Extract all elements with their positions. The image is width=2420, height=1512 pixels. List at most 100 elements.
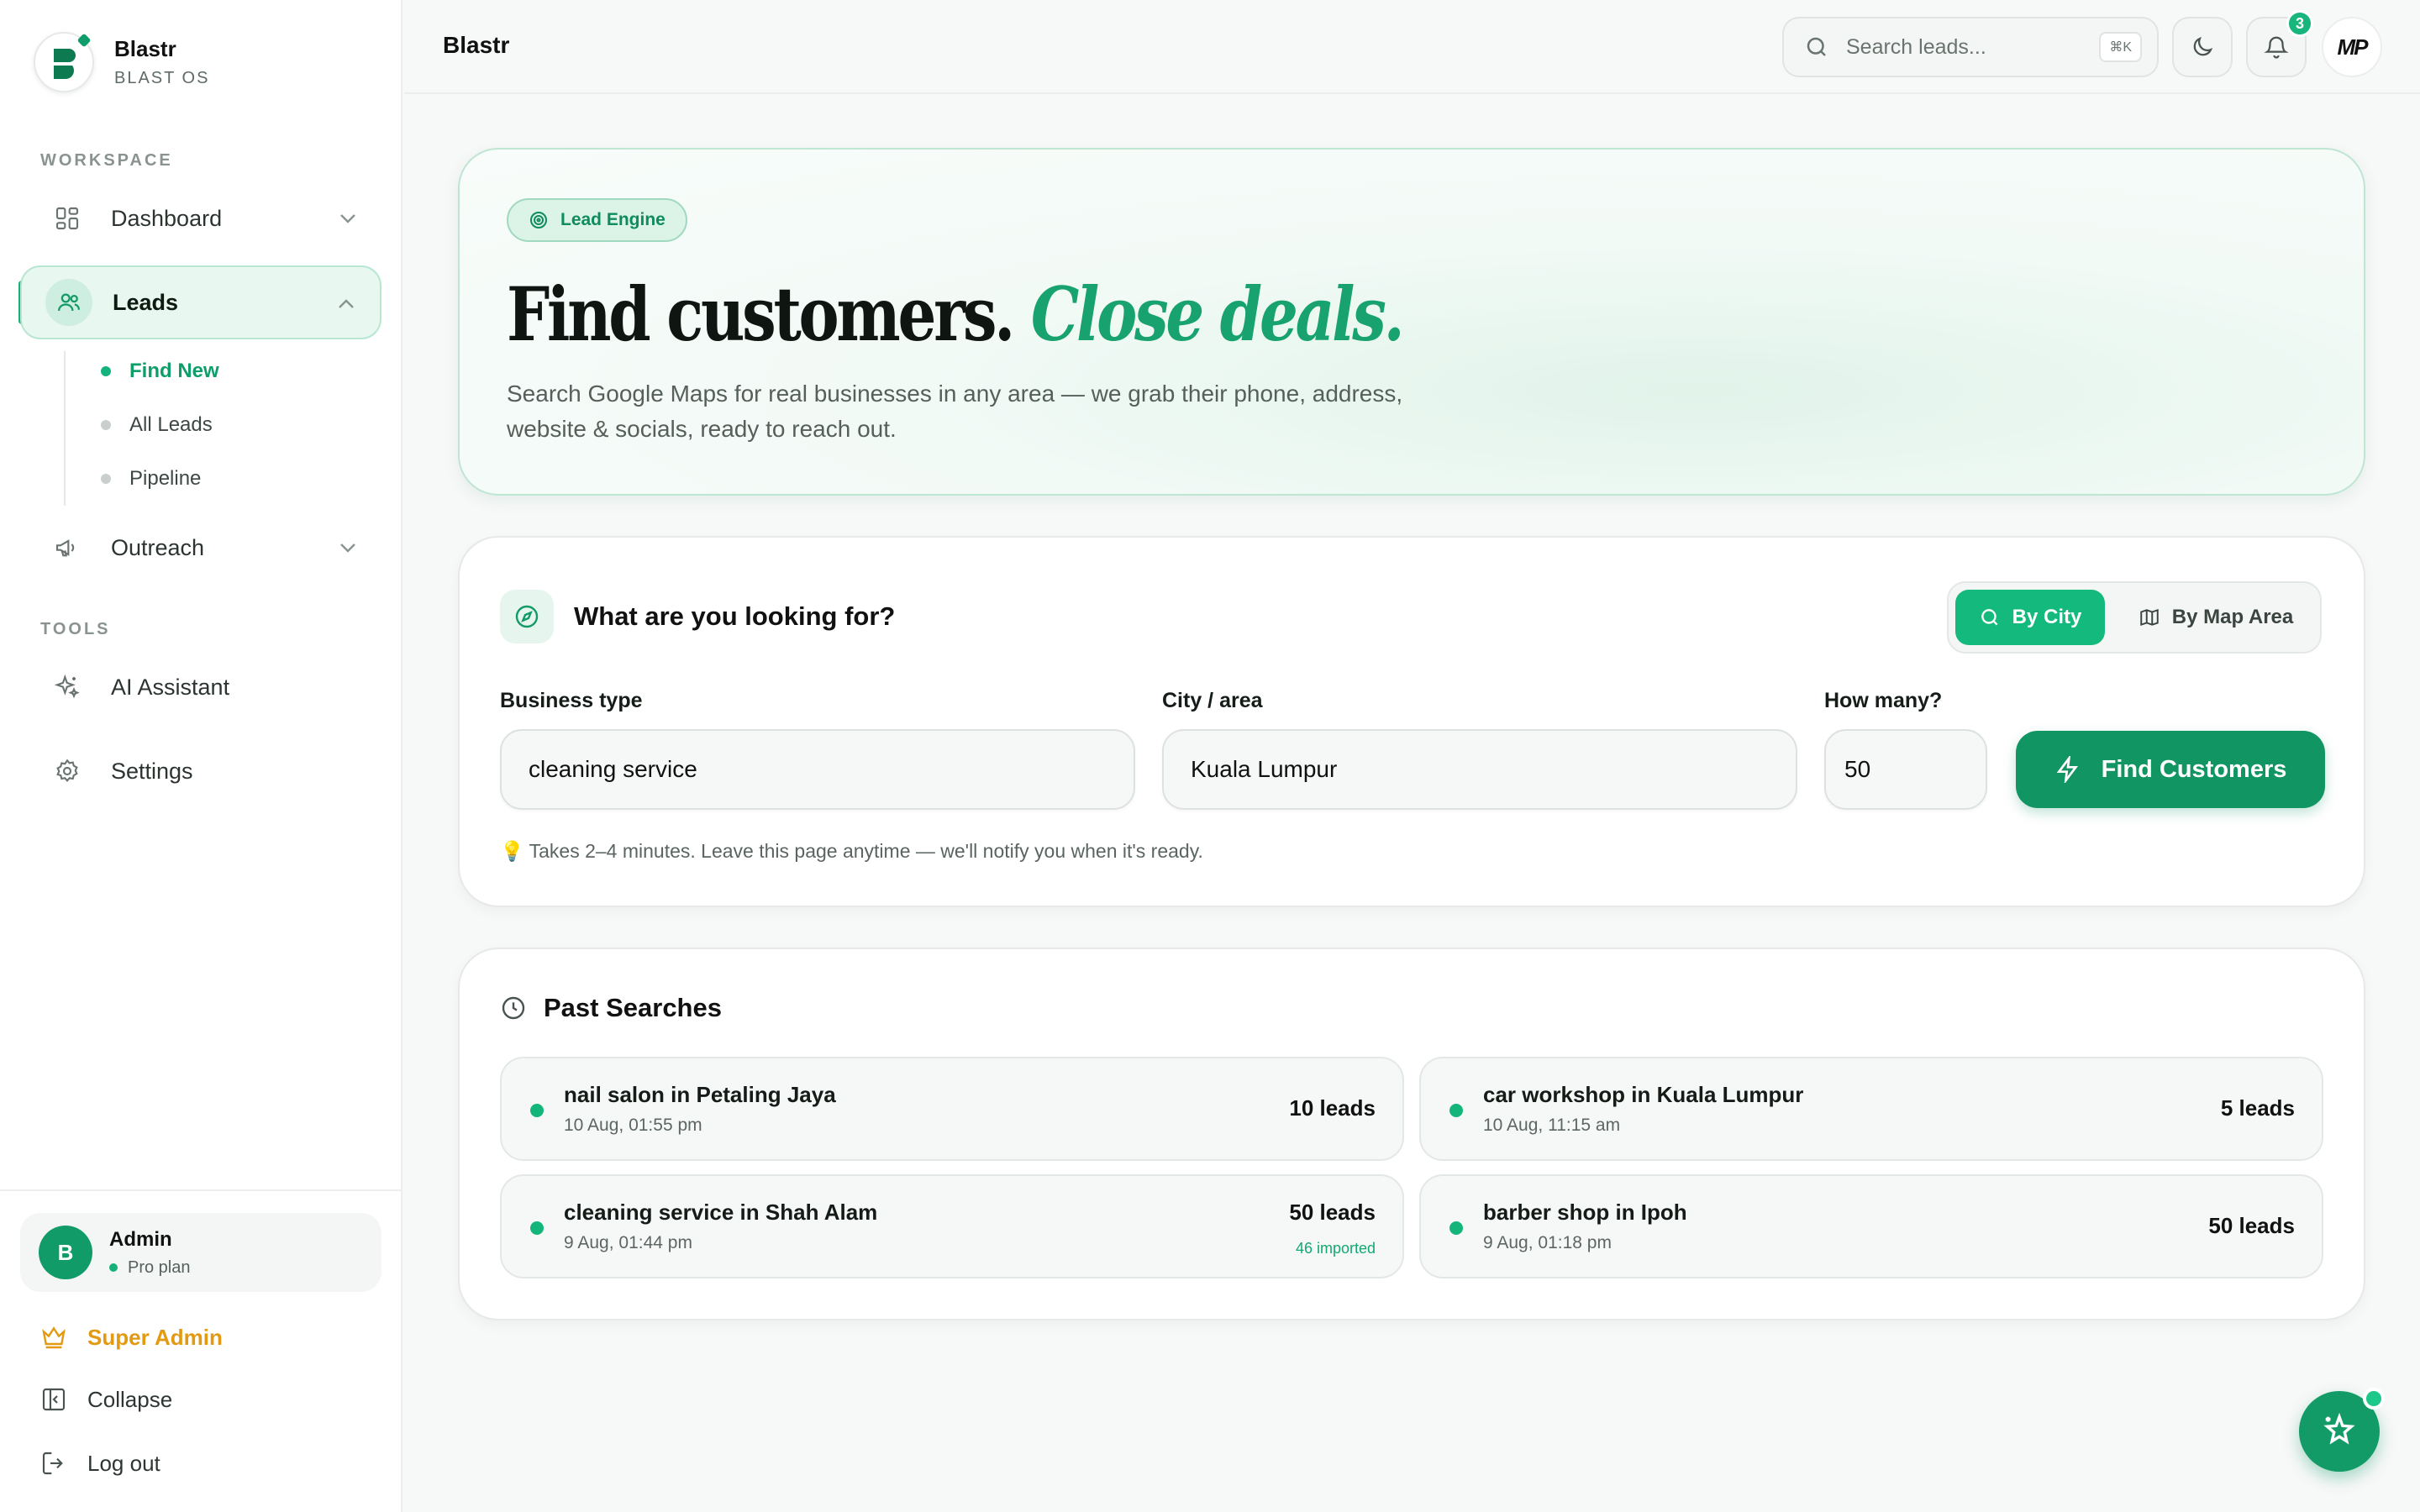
logout-icon: [39, 1448, 69, 1478]
past-search-query: nail salon in Petaling Jaya: [564, 1082, 836, 1107]
grid-icon: [50, 202, 84, 235]
sidebar: Blastr BLAST OS WORKSPACE Dashboard Lead…: [0, 0, 402, 1512]
logout-button[interactable]: Log out: [39, 1448, 160, 1478]
sidebar-item-label: Settings: [111, 758, 193, 784]
sidebar-item-leads[interactable]: Leads: [20, 265, 381, 339]
sidebar-subitem-find-new[interactable]: Find New: [101, 360, 219, 383]
past-search-item[interactable]: cleaning service in Shah Alam 9 Aug, 01:…: [500, 1174, 1404, 1278]
moon-icon: [2193, 36, 2213, 56]
sidebar-item-label: Dashboard: [111, 205, 223, 231]
super-admin-link[interactable]: Super Admin: [39, 1322, 223, 1352]
duration-hint: 💡 Takes 2–4 minutes. Leave this page any…: [500, 840, 1203, 862]
city-area-input[interactable]: [1162, 729, 1797, 810]
target-icon: [529, 210, 549, 230]
lightning-icon: [2054, 756, 2081, 783]
sidebar-item-outreach[interactable]: Outreach: [20, 511, 381, 585]
brand[interactable]: Blastr BLAST OS: [34, 32, 209, 92]
past-search-count: 10 leads: [1289, 1095, 1376, 1121]
hero-title-accent: Close deals.: [1030, 270, 1405, 358]
tools-section-label: TOOLS: [40, 620, 111, 638]
bell-icon: [2264, 36, 2289, 59]
sidebar-item-settings[interactable]: Settings: [20, 734, 381, 808]
search-mode-toggle: By City By Map Area: [1947, 581, 2322, 654]
past-searches-title: Past Searches: [544, 993, 722, 1022]
notification-count-badge: 3: [2286, 10, 2313, 37]
subnav-line: [64, 351, 66, 506]
sparkles-icon: [50, 670, 84, 704]
shortcut-hint: ⌘K: [2099, 32, 2142, 62]
user-name: Admin: [109, 1227, 172, 1251]
brand-logo-icon: [34, 32, 94, 92]
past-search-query: barber shop in Ipoh: [1483, 1200, 1687, 1225]
past-search-query: car workshop in Kuala Lumpur: [1483, 1082, 1804, 1107]
past-search-count: 50 leads: [1289, 1200, 1376, 1225]
past-search-time: 10 Aug, 01:55 pm: [564, 1116, 702, 1135]
status-dot-icon: [1449, 1221, 1463, 1235]
lead-engine-pill: Lead Engine: [507, 198, 687, 242]
clock-icon: [502, 996, 525, 1020]
ai-assistant-fab[interactable]: [2299, 1388, 2385, 1472]
collapse-button[interactable]: Collapse: [39, 1384, 172, 1415]
gear-icon: [50, 754, 84, 788]
business-type-label: Business type: [500, 689, 643, 712]
avatar: B: [39, 1226, 92, 1279]
past-search-count: 5 leads: [2220, 1095, 2295, 1121]
past-search-item[interactable]: barber shop in Ipoh 9 Aug, 01:18 pm 50 l…: [1419, 1174, 2323, 1278]
sidebar-item-label: Leads: [113, 289, 179, 315]
crown-icon: [39, 1322, 69, 1352]
by-city-tab[interactable]: By City: [1955, 590, 2105, 645]
users-icon: [45, 279, 92, 326]
search-input[interactable]: [1846, 34, 2090, 60]
sidebar-item-ai-assistant[interactable]: AI Assistant: [20, 650, 381, 724]
sidebar-subitem-all-leads[interactable]: All Leads: [101, 413, 213, 437]
search-card-title: What are you looking for?: [574, 601, 896, 631]
status-dot-icon: [530, 1221, 544, 1235]
sidebar-item-dashboard[interactable]: Dashboard: [20, 181, 381, 255]
chevron-down-icon: [340, 543, 355, 553]
how-many-label: How many?: [1824, 689, 1943, 712]
map-icon: [2139, 606, 2160, 628]
sparkle-star-icon: [2323, 1412, 2355, 1445]
city-area-label: City / area: [1162, 689, 1263, 712]
hero-description: Search Google Maps for real businesses i…: [507, 381, 1403, 442]
compass-icon: [500, 590, 554, 643]
status-dot-icon: [530, 1104, 544, 1117]
past-search-time: 9 Aug, 01:18 pm: [1483, 1233, 1612, 1252]
brand-subtitle: BLAST OS: [114, 69, 210, 87]
megaphone-icon: [50, 531, 84, 564]
collapse-sidebar-icon: [39, 1384, 69, 1415]
search-card: What are you looking for? By City By Map…: [458, 536, 2365, 907]
past-search-item[interactable]: nail salon in Petaling Jaya 10 Aug, 01:5…: [500, 1057, 1404, 1161]
past-search-item[interactable]: car workshop in Kuala Lumpur 10 Aug, 11:…: [1419, 1057, 2323, 1161]
past-search-query: cleaning service in Shah Alam: [564, 1200, 878, 1225]
find-customers-button[interactable]: Find Customers: [2016, 731, 2325, 808]
chevron-up-icon: [339, 299, 354, 308]
page-title: Blastr: [443, 32, 510, 58]
user-card[interactable]: B Admin Pro plan: [20, 1213, 381, 1292]
theme-toggle-button[interactable]: [2172, 17, 2233, 77]
search-icon: [1979, 606, 2001, 628]
past-search-count: 50 leads: [2208, 1213, 2295, 1238]
chevron-down-icon: [340, 214, 355, 223]
business-type-input[interactable]: [500, 729, 1135, 810]
topbar: Blastr ⌘K 3 MP: [404, 0, 2420, 94]
brand-name: Blastr: [114, 36, 176, 61]
past-search-time: 9 Aug, 01:44 pm: [564, 1233, 692, 1252]
user-plan: Pro plan: [109, 1258, 191, 1278]
hero-banner: Lead Engine Find customers. Close deals.…: [458, 148, 2365, 496]
imported-count: 46 imported: [1295, 1240, 1376, 1257]
status-dot-icon: [2363, 1388, 2385, 1410]
past-search-time: 10 Aug, 11:15 am: [1483, 1116, 1621, 1135]
notifications-button[interactable]: 3: [2246, 10, 2313, 77]
sidebar-subitem-pipeline[interactable]: Pipeline: [101, 467, 201, 491]
hero-title: Find customers. Close deals.: [507, 270, 1405, 358]
sidebar-item-label: AI Assistant: [111, 674, 230, 700]
profile-avatar[interactable]: MP: [2322, 17, 2382, 77]
search-icon: [1807, 37, 1826, 56]
sidebar-item-label: Outreach: [111, 534, 205, 560]
past-searches-card: Past Searches nail salon in Petaling Jay…: [458, 948, 2365, 1320]
status-dot-icon: [1449, 1104, 1463, 1117]
by-map-area-tab[interactable]: By Map Area: [2117, 590, 2315, 645]
how-many-input[interactable]: [1824, 729, 1987, 810]
global-search[interactable]: ⌘K: [1782, 17, 2159, 77]
